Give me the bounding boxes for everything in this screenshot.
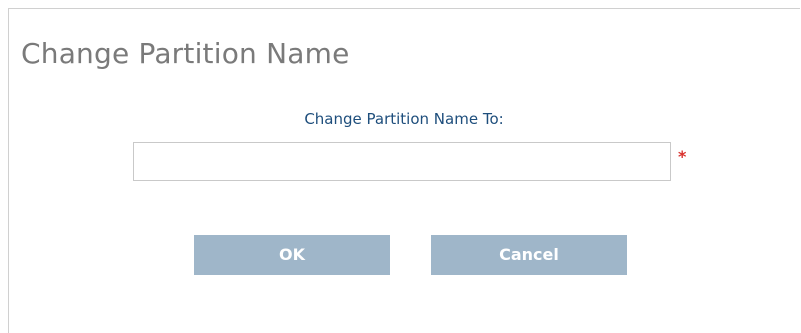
partition-name-input[interactable] <box>133 142 671 181</box>
required-asterisk: * <box>678 147 687 166</box>
partition-name-label: Change Partition Name To: <box>304 110 504 128</box>
change-partition-name-dialog: Change Partition Name Change Partition N… <box>8 8 800 333</box>
dialog-title: Change Partition Name <box>21 37 350 70</box>
cancel-button[interactable]: Cancel <box>431 235 627 275</box>
ok-button[interactable]: OK <box>194 235 390 275</box>
